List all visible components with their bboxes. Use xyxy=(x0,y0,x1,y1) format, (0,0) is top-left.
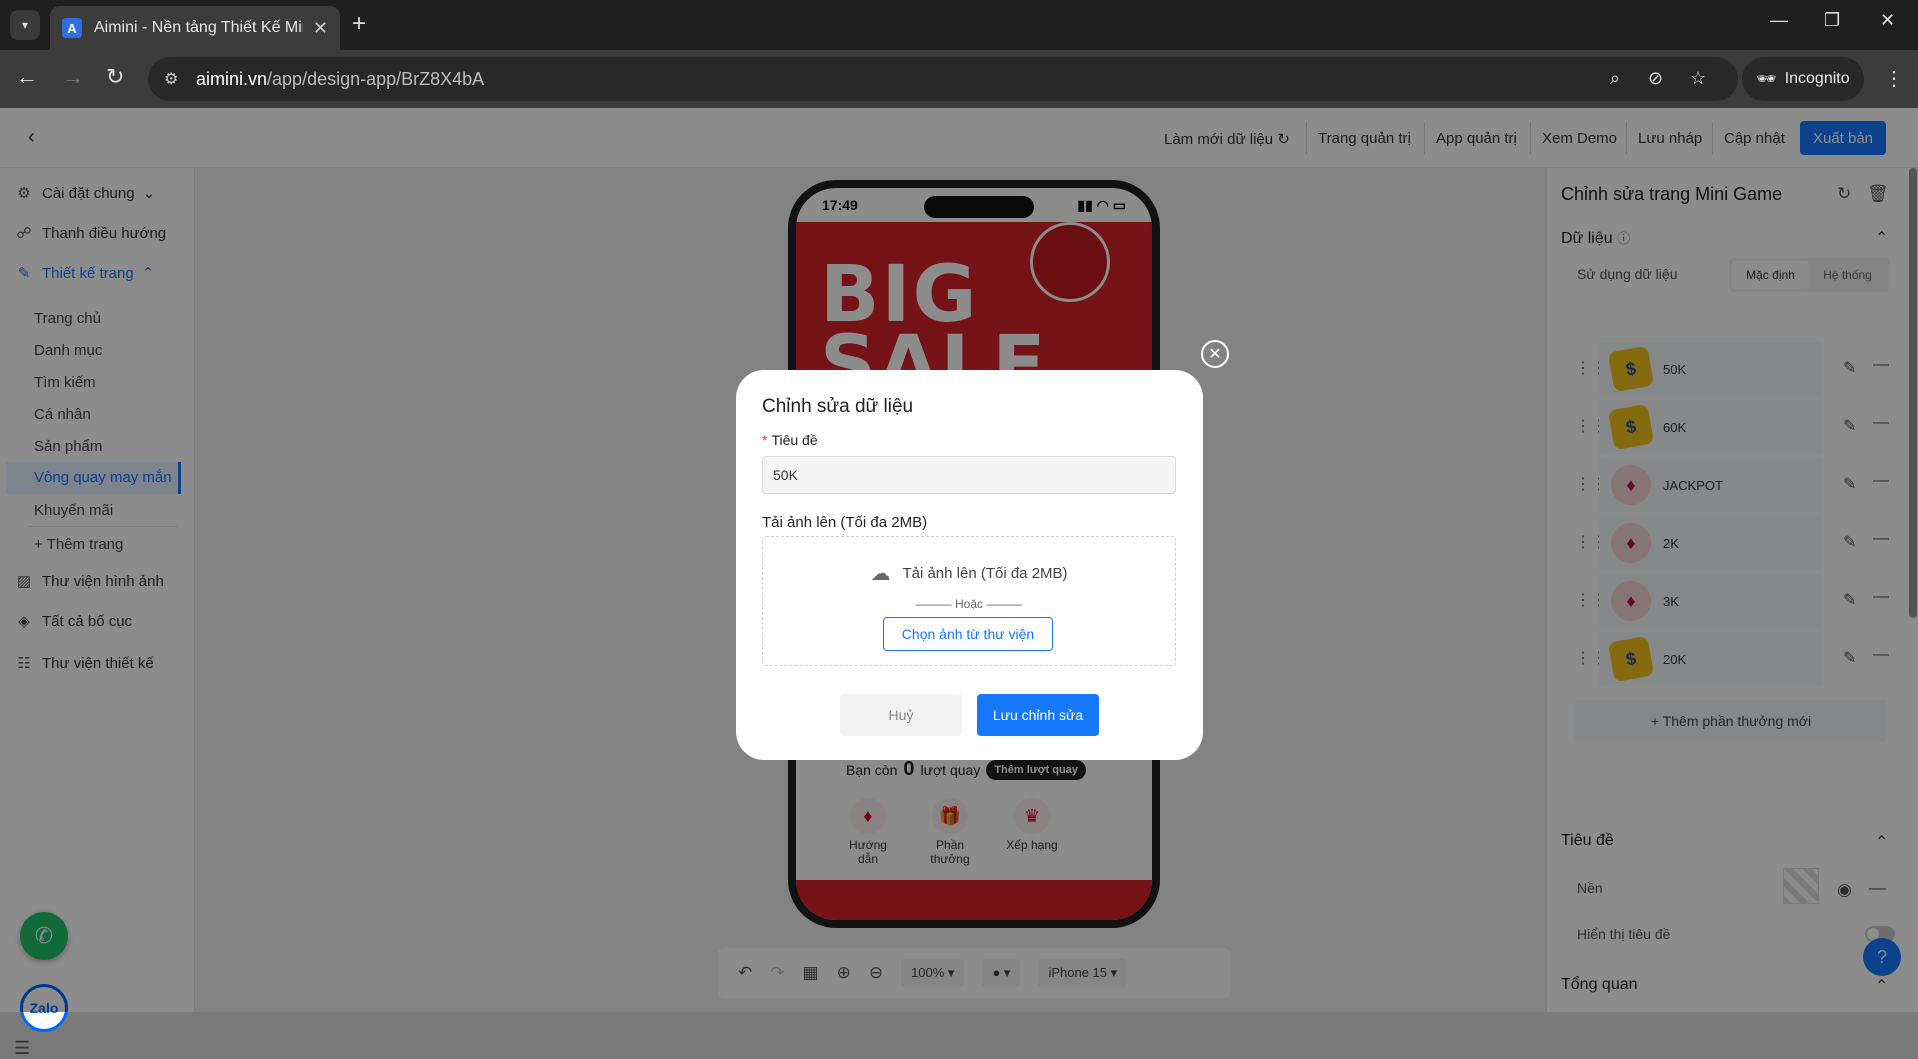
site-info-icon[interactable]: ⚙ xyxy=(164,69,178,89)
favicon-icon: A xyxy=(62,18,82,38)
minimize-icon[interactable]: — xyxy=(1770,10,1788,31)
upload-label: Tải ảnh lên (Tối đa 2MB) xyxy=(762,514,928,531)
cancel-button[interactable]: Huỷ xyxy=(840,694,962,736)
url-path: /app/design-app/BrZ8X4bA xyxy=(267,68,485,89)
title-field-label-text: Tiêu đề xyxy=(771,432,818,448)
upload-prompt: ☁ Tải ảnh lên (Tối đa 2MB) xyxy=(763,561,1175,586)
reload-icon[interactable]: ↻ xyxy=(106,64,124,90)
forward-icon[interactable]: → xyxy=(62,64,84,90)
tab-title: Aimini - Nền tảng Thiết Kế Mini xyxy=(94,19,303,36)
save-changes-button[interactable]: Lưu chỉnh sửa xyxy=(977,694,1099,736)
hamburger-icon[interactable]: ☰ xyxy=(14,1038,30,1059)
browser-menu-icon[interactable]: ⋮ xyxy=(1884,66,1904,91)
cloud-upload-icon: ☁ xyxy=(870,563,891,585)
zoom-icon[interactable]: ⌕ xyxy=(1610,68,1620,89)
window-close-icon[interactable]: ✕ xyxy=(1880,10,1895,31)
back-icon[interactable]: ← xyxy=(16,64,38,90)
incognito-label: Incognito xyxy=(1784,70,1850,87)
modal-close-icon[interactable]: ✕ xyxy=(1201,340,1229,368)
incognito-icon: 🕶 xyxy=(1756,71,1777,88)
new-tab-icon[interactable]: + xyxy=(352,10,366,38)
or-divider: ——— Hoặc ——— xyxy=(915,597,1023,611)
restore-icon[interactable]: ❐ xyxy=(1824,10,1840,31)
eye-off-icon[interactable]: ⊘ xyxy=(1648,68,1663,89)
url-host: aimini.vn xyxy=(196,68,268,89)
incognito-badge[interactable]: 🕶 Incognito xyxy=(1742,57,1864,101)
upload-prompt-text: Tải ảnh lên (Tối đa 2MB) xyxy=(902,565,1068,582)
title-input[interactable]: 50K xyxy=(762,456,1176,494)
edit-data-modal: Chỉnh sửa dữ liệu * Tiêu đề 50K Tải ảnh l… xyxy=(736,370,1203,760)
upload-dropzone[interactable]: ☁ Tải ảnh lên (Tối đa 2MB) ——— Hoặc ——— C… xyxy=(762,536,1176,666)
choose-from-library-button[interactable]: Chọn ảnh từ thư viện xyxy=(883,617,1053,651)
tab-close-icon[interactable]: ✕ xyxy=(313,18,328,39)
browser-tabstrip: ▾ A Aimini - Nền tảng Thiết Kế Mini ✕ + … xyxy=(0,0,1918,50)
required-mark: * xyxy=(762,432,768,448)
star-icon[interactable]: ☆ xyxy=(1690,68,1706,89)
modal-title: Chỉnh sửa dữ liệu xyxy=(762,396,914,417)
address-bar[interactable]: ⚙ aimini.vn/app/design-app/BrZ8X4bA xyxy=(148,57,1738,101)
browser-toolbar: ← → ↻ ⚙ aimini.vn/app/design-app/BrZ8X4b… xyxy=(0,50,1918,108)
title-field-label: * Tiêu đề xyxy=(762,432,818,448)
browser-tab[interactable]: A Aimini - Nền tảng Thiết Kế Mini ✕ xyxy=(50,6,340,50)
tab-search-icon[interactable]: ▾ xyxy=(10,10,40,40)
